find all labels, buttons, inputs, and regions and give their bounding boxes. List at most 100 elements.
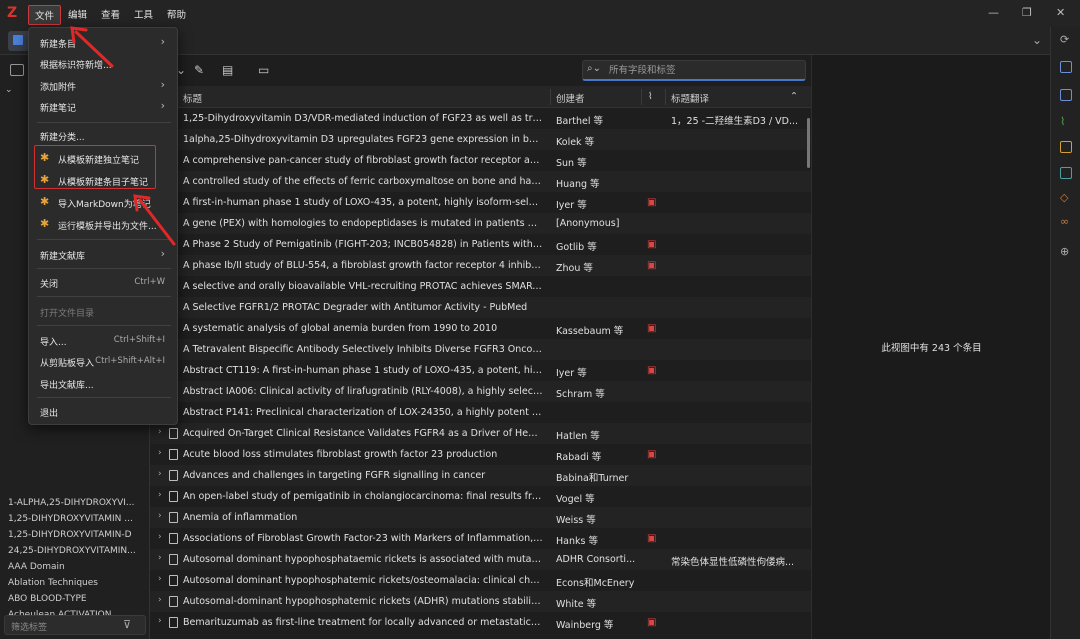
menu-item-close[interactable]: 关闭 Ctrl+W	[29, 272, 177, 292]
menu-item-quit[interactable]: 退出	[29, 401, 177, 421]
table-row[interactable]: › Autosomal dominant hypophosphataemic ri…	[150, 549, 811, 570]
attachment-add-icon[interactable]: ▤	[222, 63, 233, 77]
tag-item[interactable]: AAA Domain	[0, 559, 150, 575]
table-row[interactable]: 1alpha,25-Dihydroxyvitamin D3 upregulate…	[150, 129, 811, 150]
tag-item[interactable]: Ablation Techniques	[0, 575, 150, 591]
row-expand-icon[interactable]: ›	[158, 469, 162, 479]
library-row-chevron-icon[interactable]: ⌄	[5, 85, 19, 101]
tag-item[interactable]: ABO BLOOD-TYPE	[0, 591, 150, 607]
new-note-icon[interactable]: ▭	[258, 63, 269, 77]
sort-ascending-icon[interactable]: ⌃	[790, 91, 798, 102]
info-icon[interactable]	[1060, 61, 1072, 73]
menu-help[interactable]: 帮助	[167, 7, 186, 21]
attachment-column-icon[interactable]: ⌇	[648, 91, 653, 102]
table-row[interactable]: A first-in-human phase 1 study of LOXO-4…	[150, 192, 811, 213]
table-row[interactable]: Abstract CT119: A first-in-human phase 1…	[150, 360, 811, 381]
table-row[interactable]: A Tetravalent Bispecific Antibody Select…	[150, 339, 811, 360]
table-row[interactable]: A phase Ib/II study of BLU-554, a fibrob…	[150, 255, 811, 276]
column-header-translation[interactable]: 标题翻译	[671, 91, 709, 105]
table-scrollbar[interactable]	[807, 118, 810, 168]
close-button[interactable]: ✕	[1056, 6, 1065, 19]
libraries-collections-icon[interactable]	[1060, 167, 1072, 179]
table-row[interactable]: A systematic analysis of global anemia b…	[150, 318, 811, 339]
column-divider[interactable]	[641, 89, 642, 105]
tag-item[interactable]: Acheulean ACTIVATION	[0, 607, 150, 615]
pdf-attachment-icon[interactable]: ▣	[647, 239, 661, 250]
table-row[interactable]: › Autosomal-dominant hypophosphatemic ric…	[150, 591, 811, 612]
filter-icon[interactable]: ⊽	[123, 618, 131, 631]
tag-filter-input[interactable]: 筛选标签 ⊽	[4, 615, 146, 635]
pdf-attachment-icon[interactable]: ▣	[647, 449, 661, 460]
menu-item-add-attachment[interactable]: 添加附件 ›	[29, 75, 177, 95]
menu-item-run-template-export[interactable]: ✱ 运行模板并导出为文件...	[29, 214, 177, 234]
row-expand-icon[interactable]: ›	[158, 616, 162, 626]
column-divider[interactable]	[550, 89, 551, 105]
pdf-attachment-icon[interactable]: ▣	[647, 617, 661, 628]
pdf-attachment-icon[interactable]: ▣	[647, 533, 661, 544]
menu-item-export-library[interactable]: 导出文献库...	[29, 373, 177, 393]
maximize-button[interactable]: ❐	[1022, 6, 1032, 19]
table-row[interactable]: A Phase 2 Study of Pemigatinib (FIGHT-20…	[150, 234, 811, 255]
menu-item-import[interactable]: 导入... Ctrl+Shift+I	[29, 330, 177, 350]
pdf-attachment-icon[interactable]: ▣	[647, 260, 661, 271]
row-expand-icon[interactable]: ›	[158, 595, 162, 605]
tag-item[interactable]: 1-ALPHA,25-DIHYDROXYVI...	[0, 495, 150, 511]
related-icon[interactable]: ∞	[1060, 215, 1072, 228]
table-row[interactable]: › An open-label study of pemigatinib in c…	[150, 486, 811, 507]
table-row[interactable]: › Anemia of inflammation Weiss 等	[150, 507, 811, 528]
locate-icon[interactable]: ⊕	[1060, 245, 1072, 258]
notes-icon[interactable]	[1060, 141, 1072, 153]
table-row[interactable]: Abstract P141: Preclinical characterizat…	[150, 402, 811, 423]
row-expand-icon[interactable]: ›	[158, 532, 162, 542]
table-row[interactable]: › Associations of Fibroblast Growth Facto…	[150, 528, 811, 549]
table-row[interactable]: › Autosomal dominant hypophosphatemic ric…	[150, 570, 811, 591]
table-row[interactable]: A controlled study of the effects of fer…	[150, 171, 811, 192]
row-expand-icon[interactable]: ›	[158, 490, 162, 500]
table-row[interactable]: A gene (PEX) with homologies to endopept…	[150, 213, 811, 234]
row-expand-icon[interactable]: ›	[158, 574, 162, 584]
row-expand-icon[interactable]: ›	[158, 448, 162, 458]
menu-item-new-item[interactable]: 新建条目 ›	[29, 32, 177, 52]
row-expand-icon[interactable]: ›	[158, 511, 162, 521]
column-divider[interactable]	[665, 89, 666, 105]
table-row[interactable]: A selective and orally bioavailable VHL-…	[150, 276, 811, 297]
table-row[interactable]: A comprehensive pan-cancer study of fibr…	[150, 150, 811, 171]
table-row[interactable]: › Advances and challenges in targeting FG…	[150, 465, 811, 486]
tags-icon[interactable]: ◇	[1060, 191, 1072, 204]
pdf-attachment-icon[interactable]: ▣	[647, 365, 661, 376]
tag-item[interactable]: 24,25-DIHYDROXYVITAMIN...	[0, 543, 150, 559]
menu-item-new-by-id[interactable]: 根据标识符新增...	[29, 53, 177, 73]
table-row[interactable]: A Selective FGFR1/2 PROTAC Degrader with…	[150, 297, 811, 318]
table-row[interactable]: › Acute blood loss stimulates fibroblast …	[150, 444, 811, 465]
pdf-attachment-icon[interactable]: ▣	[647, 323, 661, 334]
pdf-attachment-icon[interactable]: ▣	[647, 197, 661, 208]
menu-item-import-markdown[interactable]: ✱ 导入MarkDown为笔记	[29, 192, 177, 212]
row-expand-icon[interactable]: ›	[158, 427, 162, 437]
menu-view[interactable]: 查看	[101, 7, 120, 21]
menu-item-new-note[interactable]: 新建笔记 ›	[29, 96, 177, 116]
new-collection-icon[interactable]	[10, 64, 24, 76]
menu-item-new-collection[interactable]: 新建分类...	[29, 125, 177, 145]
minimize-button[interactable]: —	[988, 6, 999, 19]
tabs-menu-chevron-down-icon[interactable]: ⌄	[1032, 33, 1042, 47]
search-icon[interactable]: ⌕⌄	[587, 63, 601, 74]
tag-item[interactable]: 1,25-DIHYDROXYVITAMIN ...	[0, 511, 150, 527]
table-row[interactable]: 1,25-Dihydroxyvitamin D3/VDR-mediated in…	[150, 108, 811, 129]
table-row[interactable]: Abstract IA006: Clinical activity of lir…	[150, 381, 811, 402]
magic-wand-icon[interactable]: ✎	[194, 63, 204, 77]
table-row[interactable]: › Bemarituzumab as first-line treatment f…	[150, 612, 811, 633]
attachments-icon[interactable]: ⌇	[1060, 115, 1072, 128]
tag-item[interactable]: 1,25-DIHYDROXYVITAMIN-D	[0, 527, 150, 543]
menu-tools[interactable]: 工具	[134, 7, 153, 21]
menu-file[interactable]: 文件	[28, 5, 62, 25]
library-tab[interactable]	[8, 31, 30, 51]
menu-item-new-library[interactable]: 新建文献库 ›	[29, 244, 177, 264]
column-header-title[interactable]: 标题	[183, 91, 202, 105]
menu-item-import-clipboard[interactable]: 从剪贴板导入 Ctrl+Shift+Alt+I	[29, 351, 177, 371]
abstract-icon[interactable]	[1060, 89, 1072, 101]
table-row[interactable]: › Acquired On-Target Clinical Resistance …	[150, 423, 811, 444]
menu-edit[interactable]: 编辑	[68, 7, 87, 21]
search-input[interactable]	[609, 63, 799, 78]
sync-icon[interactable]: ⟳	[1060, 33, 1072, 46]
row-expand-icon[interactable]: ›	[158, 553, 162, 563]
